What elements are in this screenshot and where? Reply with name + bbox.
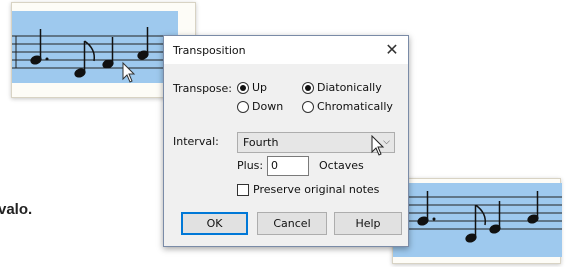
close-icon: ✕: [385, 40, 399, 59]
radio-chromatically-indicator: [302, 100, 314, 113]
transposed-score-snippet: [392, 178, 562, 264]
radio-diatonically-label: Diatonically: [317, 81, 382, 94]
transposition-dialog: Transposition ✕ Transpose: Up Diatonical…: [163, 35, 409, 247]
help-button[interactable]: Help: [334, 212, 402, 235]
dialog-title: Transposition: [173, 44, 246, 57]
selection-highlight: [12, 11, 178, 83]
radio-up-indicator: [237, 81, 249, 94]
dot-icon: [432, 217, 436, 221]
radio-chromatically[interactable]: Chromatically: [302, 100, 393, 113]
transposed-staff-image: [393, 183, 562, 257]
ok-button[interactable]: OK: [181, 212, 248, 235]
radio-up[interactable]: Up: [237, 81, 267, 94]
plus-label: Plus:: [237, 159, 264, 172]
interval-select-value: Fourth: [243, 136, 279, 149]
radio-down-indicator: [237, 100, 249, 113]
radio-chromatically-label: Chromatically: [317, 100, 393, 113]
radio-up-label: Up: [252, 81, 268, 94]
radio-diatonically[interactable]: Diatonically: [302, 81, 382, 94]
body-text: valo.: [0, 201, 33, 218]
close-button[interactable]: ✕: [382, 40, 402, 60]
interval-label: Interval:: [173, 135, 219, 148]
radio-down-label: Down: [252, 100, 284, 113]
preserve-original-label: Preserve original notes: [253, 183, 380, 196]
octaves-label: Octaves: [319, 159, 364, 172]
radio-down[interactable]: Down: [237, 100, 283, 113]
preserve-original-box: [237, 183, 249, 196]
mouse-cursor-icon: [371, 135, 385, 156]
dot-icon: [45, 57, 49, 61]
preserve-original-checkbox[interactable]: Preserve original notes: [237, 183, 379, 196]
dialog-titlebar[interactable]: Transposition ✕: [164, 36, 408, 64]
cancel-button[interactable]: Cancel: [257, 212, 327, 235]
plus-octaves-input[interactable]: 0: [267, 156, 309, 176]
radio-diatonically-indicator: [302, 81, 314, 94]
transpose-label: Transpose:: [173, 82, 232, 95]
